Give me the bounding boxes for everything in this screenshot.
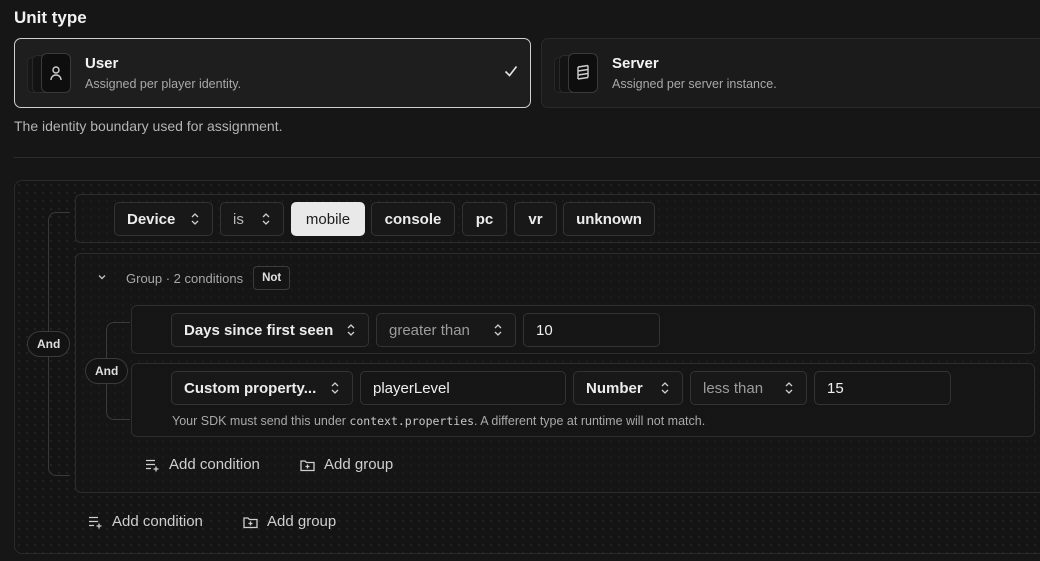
user-icon-stack	[27, 53, 71, 93]
field-select[interactable]: Days since first seen	[171, 313, 369, 347]
chevron-up-down-icon	[346, 323, 356, 337]
value-chip-console[interactable]: console	[371, 202, 455, 236]
root-operator-toggle[interactable]: And	[27, 331, 71, 357]
group-add-group-button[interactable]: Add group	[300, 456, 393, 473]
list-plus-icon	[146, 459, 159, 471]
value-input[interactable]: 15	[814, 371, 951, 405]
list-plus-icon	[89, 516, 102, 528]
folder-plus-icon	[300, 459, 315, 471]
chevron-down-icon[interactable]	[96, 269, 108, 287]
property-key-input[interactable]: playerLevel	[360, 371, 566, 405]
unit-type-hint: The identity boundary used for assignmen…	[14, 118, 283, 134]
group-operator-toggle[interactable]: And	[85, 358, 129, 384]
unit-option-label: User	[85, 55, 119, 72]
divider	[14, 157, 1040, 158]
chevron-up-down-icon	[330, 381, 340, 395]
note-code: context.properties	[349, 414, 475, 428]
unit-option-label: Server	[612, 55, 659, 72]
check-icon	[504, 66, 518, 77]
chevron-up-down-icon	[784, 381, 794, 395]
add-group-button[interactable]: Add group	[243, 513, 336, 530]
operator-select[interactable]: less than	[690, 371, 807, 405]
unit-option-user[interactable]: User Assigned per player identity.	[14, 38, 531, 108]
server-icon	[568, 53, 598, 93]
group-header: Group · 2 conditions Not	[96, 266, 291, 290]
add-condition-button[interactable]: Add condition	[88, 513, 203, 530]
value-chip-unknown[interactable]: unknown	[563, 202, 655, 236]
field-select[interactable]: Custom property...	[171, 371, 353, 405]
group-label: Group · 2 conditions	[126, 270, 244, 286]
value-chip-vr[interactable]: vr	[514, 202, 557, 236]
chevron-up-down-icon	[261, 212, 271, 226]
group-add-condition-button[interactable]: Add condition	[145, 456, 260, 473]
value-input[interactable]: 10	[523, 313, 660, 347]
chevron-up-down-icon	[660, 381, 670, 395]
user-icon	[41, 53, 71, 93]
unit-option-description: Assigned per player identity.	[85, 77, 242, 91]
operator-select[interactable]: greater than	[376, 313, 516, 347]
chevron-up-down-icon	[190, 212, 200, 226]
folder-plus-icon	[243, 516, 258, 528]
section-title: Unit type	[14, 8, 87, 27]
server-icon-stack	[554, 53, 598, 93]
unit-option-description: Assigned per server instance.	[612, 77, 777, 91]
not-toggle[interactable]: Not	[253, 266, 291, 290]
sdk-note: Your SDK must send this under context.pr…	[172, 414, 706, 428]
chevron-up-down-icon	[493, 323, 503, 337]
unit-type-editor: Unit type User Assigned per player ident…	[0, 0, 1040, 561]
type-select[interactable]: Number	[573, 371, 683, 405]
operator-select[interactable]: is	[220, 202, 284, 236]
field-select[interactable]: Device	[114, 202, 213, 236]
unit-option-server[interactable]: Server Assigned per server instance.	[541, 38, 1040, 108]
value-chip-mobile[interactable]: mobile	[291, 202, 365, 236]
value-chip-pc[interactable]: pc	[462, 202, 507, 236]
